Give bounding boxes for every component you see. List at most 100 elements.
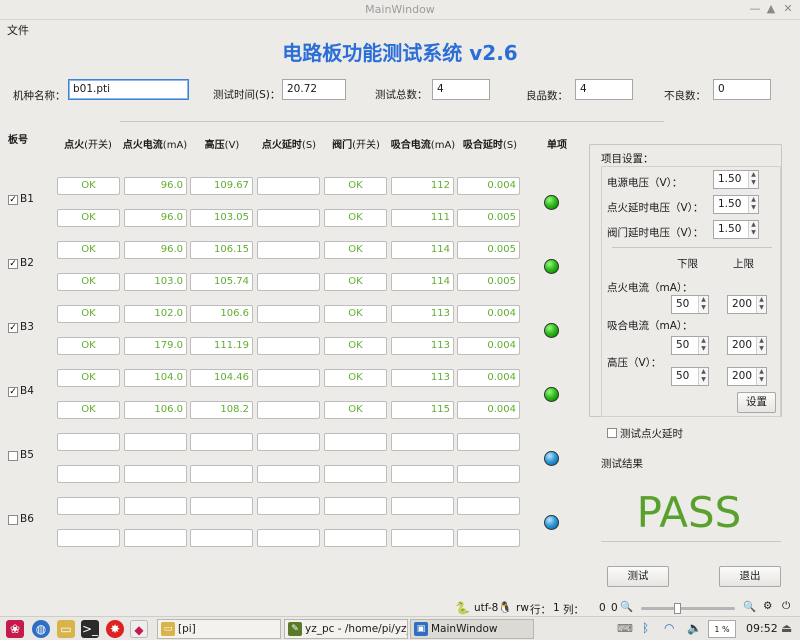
result-cell[interactable]: OK (57, 305, 120, 323)
high-voltage-lower-spinbox[interactable]: 50 ▲ ▼ (671, 367, 709, 386)
result-cell[interactable]: 106.15 (190, 241, 253, 259)
task-editor[interactable]: ✎ yz_pc - /home/pi/yz_... (284, 619, 408, 639)
result-cell[interactable] (124, 465, 187, 483)
bad-count-field[interactable]: 0 (713, 79, 771, 100)
spin-arrows-icon[interactable]: ▲ ▼ (748, 221, 758, 238)
result-cell[interactable]: OK (57, 337, 120, 355)
board-checkbox[interactable]: ✓ (8, 323, 18, 333)
zoom-slider-handle[interactable] (674, 603, 681, 614)
result-cell[interactable]: 0.004 (457, 337, 520, 355)
result-cell[interactable]: OK (324, 209, 387, 227)
result-cell[interactable] (457, 497, 520, 515)
result-cell[interactable]: 112 (391, 177, 454, 195)
result-cell[interactable]: 114 (391, 273, 454, 291)
spin-arrows-icon[interactable]: ▲ ▼ (756, 296, 766, 313)
result-cell[interactable]: 0.004 (457, 305, 520, 323)
result-cell[interactable] (124, 497, 187, 515)
result-cell[interactable]: 115 (391, 401, 454, 419)
result-cell[interactable] (57, 529, 120, 547)
bluetooth-icon[interactable]: ᛒ (642, 621, 649, 635)
result-cell[interactable]: 109.67 (190, 177, 253, 195)
result-cell[interactable] (257, 529, 320, 547)
result-cell[interactable]: 106.0 (124, 401, 187, 419)
result-cell[interactable] (257, 433, 320, 451)
supply-voltage-spinbox[interactable]: 1.50 ▲ ▼ (713, 170, 759, 189)
result-cell[interactable]: OK (324, 241, 387, 259)
result-cell[interactable]: 96.0 (124, 177, 187, 195)
result-cell[interactable]: 113 (391, 305, 454, 323)
eject-icon[interactable]: ⏏ (781, 621, 792, 635)
task-mainwindow[interactable]: ▣ MainWindow (410, 619, 534, 639)
result-cell[interactable]: 108.2 (190, 401, 253, 419)
total-count-field[interactable]: 4 (432, 79, 490, 100)
result-cell[interactable]: 103.0 (124, 273, 187, 291)
test-ignite-delay-checkbox[interactable] (607, 428, 617, 438)
result-cell[interactable] (257, 209, 320, 227)
hold-current-upper-spinbox[interactable]: 200 ▲ ▼ (727, 336, 767, 355)
result-cell[interactable]: 102.0 (124, 305, 187, 323)
result-cell[interactable]: OK (324, 273, 387, 291)
board-checkbox[interactable]: ✓ (8, 387, 18, 397)
result-cell[interactable]: OK (324, 369, 387, 387)
result-cell[interactable] (324, 497, 387, 515)
result-cell[interactable]: 0.005 (457, 273, 520, 291)
ignite-delay-voltage-spinbox[interactable]: 1.50 ▲ ▼ (713, 195, 759, 214)
spin-arrows-icon[interactable]: ▲ ▼ (698, 368, 708, 385)
minimize-icon[interactable]: — (748, 2, 762, 16)
result-cell[interactable]: 179.0 (124, 337, 187, 355)
menu-file[interactable]: 文件 (7, 22, 29, 38)
result-cell[interactable]: 103.05 (190, 209, 253, 227)
mathematica-icon[interactable]: ◆ (130, 620, 148, 638)
result-cell[interactable] (257, 401, 320, 419)
file-manager-icon[interactable]: ▭ (57, 620, 75, 638)
close-icon[interactable]: ✕ (781, 2, 795, 16)
spin-arrows-icon[interactable]: ▲ ▼ (698, 337, 708, 354)
result-cell[interactable]: OK (324, 401, 387, 419)
zoom-in-icon[interactable]: 🔍 (743, 600, 756, 613)
result-cell[interactable] (57, 433, 120, 451)
result-cell[interactable]: 113 (391, 337, 454, 355)
result-cell[interactable] (324, 465, 387, 483)
hold-current-lower-spinbox[interactable]: 50 ▲ ▼ (671, 336, 709, 355)
result-cell[interactable] (190, 465, 253, 483)
result-cell[interactable]: 111.19 (190, 337, 253, 355)
result-cell[interactable]: OK (57, 273, 120, 291)
spin-arrows-icon[interactable]: ▲ ▼ (698, 296, 708, 313)
terminal-icon[interactable]: >_ (81, 620, 99, 638)
result-cell[interactable]: 0.004 (457, 369, 520, 387)
wifi-icon[interactable]: ◠ (664, 621, 674, 635)
settings-apply-button[interactable]: 设置 (737, 392, 776, 413)
spin-arrows-icon[interactable]: ▲ ▼ (756, 368, 766, 385)
result-cell[interactable]: 114 (391, 241, 454, 259)
result-cell[interactable] (391, 529, 454, 547)
result-cell[interactable]: OK (57, 177, 120, 195)
browser-globe-icon[interactable]: ◍ (32, 620, 50, 638)
board-checkbox[interactable] (8, 515, 18, 525)
test-time-field[interactable]: 20.72 (282, 79, 346, 100)
result-cell[interactable]: 0.004 (457, 401, 520, 419)
result-cell[interactable] (324, 433, 387, 451)
result-cell[interactable] (457, 529, 520, 547)
spin-arrows-icon[interactable]: ▲ ▼ (748, 196, 758, 213)
result-cell[interactable]: 104.46 (190, 369, 253, 387)
zoom-out-icon[interactable]: 🔍 (620, 600, 633, 613)
result-cell[interactable] (124, 433, 187, 451)
result-cell[interactable]: OK (324, 177, 387, 195)
test-button[interactable]: 测试 (607, 566, 669, 587)
result-cell[interactable]: 0.005 (457, 209, 520, 227)
maximize-icon[interactable]: ▲ (764, 2, 778, 16)
ignite-current-upper-spinbox[interactable]: 200 ▲ ▼ (727, 295, 767, 314)
zoom-slider[interactable] (641, 607, 735, 610)
result-cell[interactable]: OK (324, 305, 387, 323)
result-cell[interactable] (257, 369, 320, 387)
result-cell[interactable] (190, 433, 253, 451)
board-checkbox[interactable]: ✓ (8, 195, 18, 205)
exit-button[interactable]: 退出 (719, 566, 781, 587)
result-cell[interactable] (391, 497, 454, 515)
high-voltage-upper-spinbox[interactable]: 200 ▲ ▼ (727, 367, 767, 386)
result-cell[interactable]: 0.004 (457, 177, 520, 195)
board-checkbox[interactable] (8, 451, 18, 461)
result-cell[interactable]: 96.0 (124, 209, 187, 227)
raspberry-menu-icon[interactable]: ❀ (6, 620, 24, 638)
spin-arrows-icon[interactable]: ▲ ▼ (748, 171, 758, 188)
